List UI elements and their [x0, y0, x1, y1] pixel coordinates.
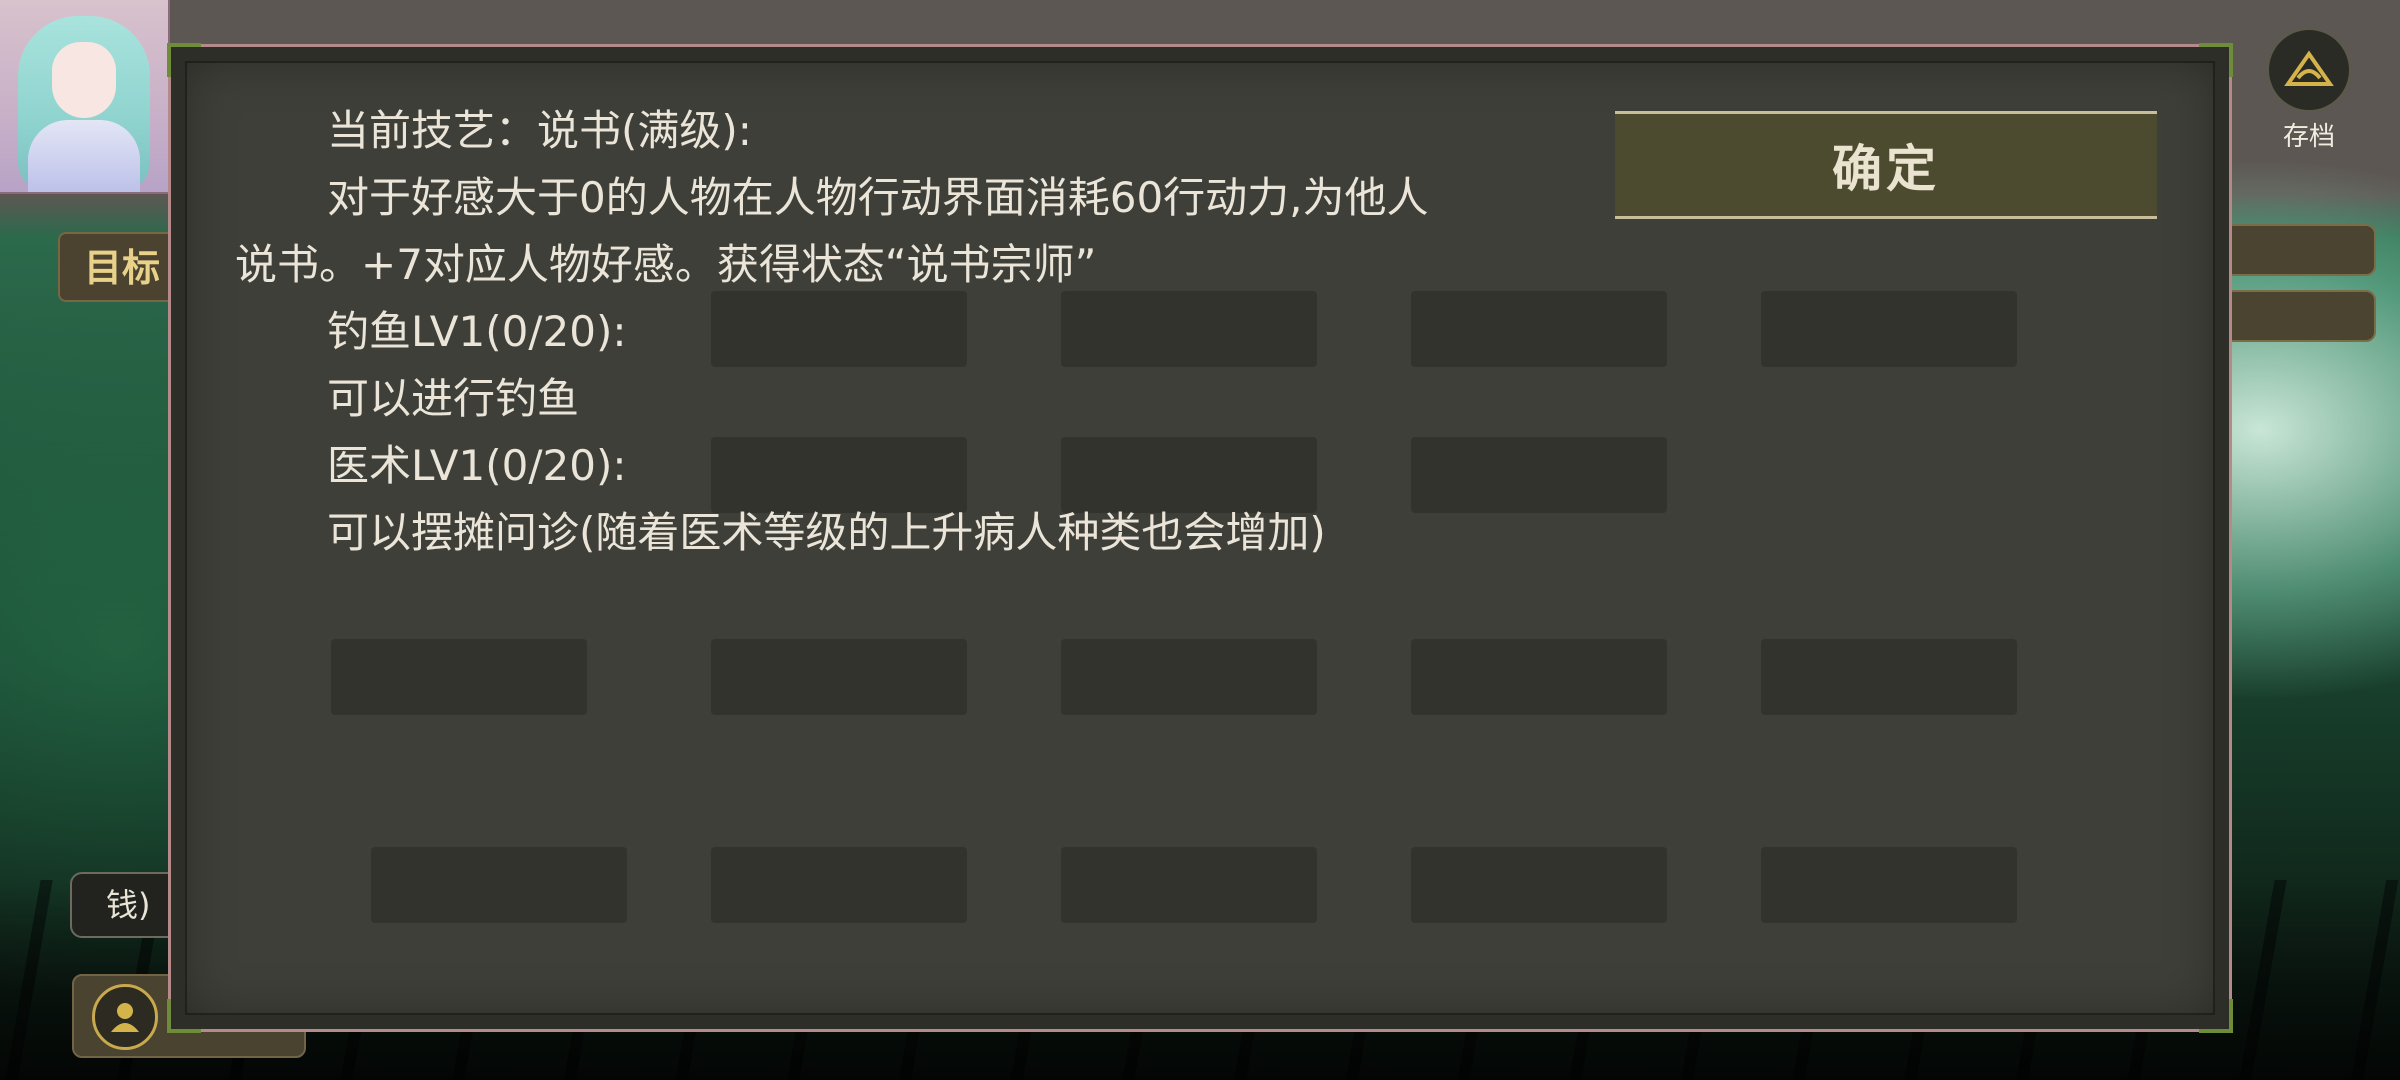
save-icon — [2267, 28, 2351, 112]
skill-effect-line-1: 对于好感大于0的人物在人物行动界面消耗60行动力,为他人 — [327, 173, 1429, 222]
background-menu-slot — [711, 847, 967, 923]
medicine-skill-title: 医术LV1(0/20): — [327, 441, 627, 490]
background-menu-slot — [1761, 291, 2017, 367]
background-menu-slot — [371, 847, 627, 923]
character-portrait[interactable] — [0, 0, 170, 194]
skill-info-dialog: 当前技艺：说书(满级): 对于好感大于0的人物在人物行动界面消耗60行动力,为他… — [167, 43, 2233, 1033]
background-menu-slot — [1411, 847, 1667, 923]
medicine-skill-desc: 可以摆摊问诊(随着医术等级的上升病人种类也会增加) — [327, 508, 1326, 557]
background-menu-slot — [1411, 639, 1667, 715]
save-label: 存档 — [2282, 122, 2335, 152]
confirm-button[interactable]: 确定 — [1615, 111, 2157, 219]
background-menu-slot — [1761, 847, 2017, 923]
save-button[interactable]: 存档 — [2266, 28, 2352, 152]
background-menu-slot — [711, 639, 967, 715]
background-menu-slot — [1061, 847, 1317, 923]
skill-description: 当前技艺：说书(满级): 对于好感大于0的人物在人物行动界面消耗60行动力,为他… — [235, 97, 1565, 566]
user-icon — [92, 984, 158, 1050]
corner-ornament — [167, 43, 201, 77]
fishing-skill-title: 钓鱼LV1(0/20): — [327, 307, 627, 356]
background-menu-slot — [331, 639, 587, 715]
corner-ornament — [2199, 43, 2233, 77]
current-skill-title: 当前技艺：说书(满级): — [327, 106, 752, 155]
corner-ornament — [2199, 999, 2233, 1033]
skill-effect-line-2: 说书。+7对应人物好感。获得状态“说书宗师” — [235, 240, 1097, 289]
corner-ornament — [167, 999, 201, 1033]
background-menu-slot — [1061, 639, 1317, 715]
background-menu-slot — [1761, 639, 2017, 715]
fishing-skill-desc: 可以进行钓鱼 — [327, 374, 580, 423]
